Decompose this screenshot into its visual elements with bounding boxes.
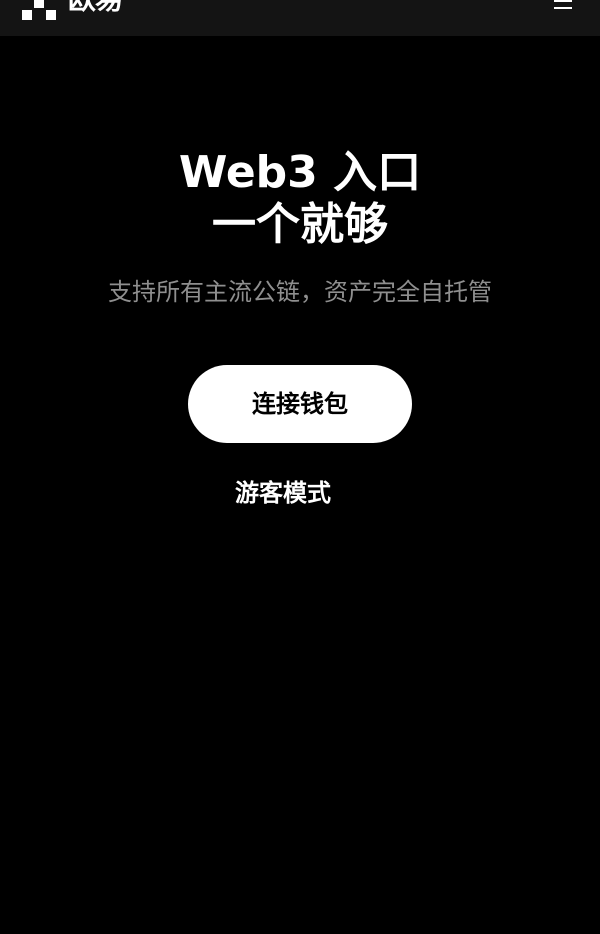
okx-logo-icon	[22, 0, 56, 20]
hamburger-menu-icon[interactable]	[554, 0, 572, 12]
hero-subtitle: 支持所有主流公链，资产完全自托管	[108, 278, 492, 306]
hero-title-line-1: Web3 入口	[178, 147, 422, 198]
brand-logo[interactable]: 欧易	[22, 0, 123, 20]
top-bar: 欧易	[0, 0, 600, 36]
guest-mode-link[interactable]: 游客模式	[0, 476, 566, 510]
brand-name: 欧易	[68, 0, 123, 16]
hero-title-line-2: 一个就够	[212, 199, 388, 250]
connect-wallet-button[interactable]: 连接钱包	[188, 365, 412, 443]
